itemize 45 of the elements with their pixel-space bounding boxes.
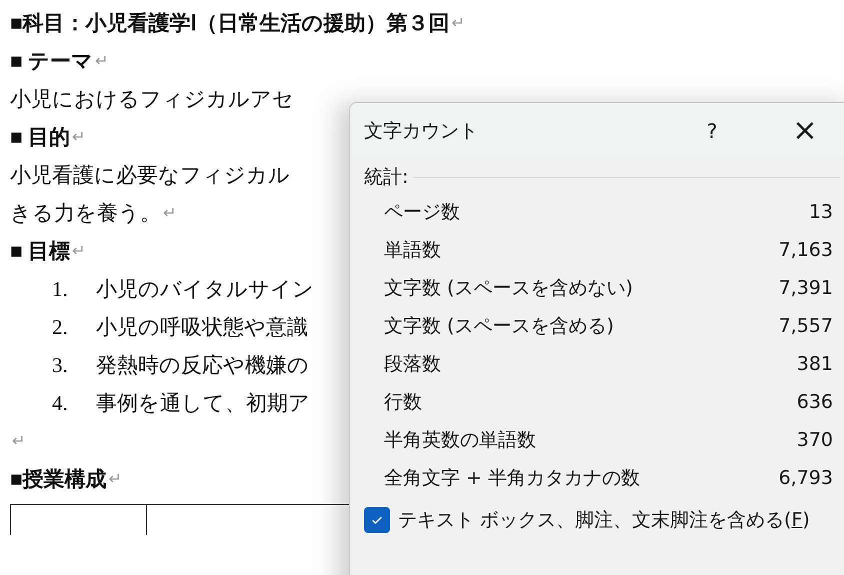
list-item-text: 小児の呼吸状態や意識	[96, 314, 308, 341]
list-item-text: 事例を通して、初期ア	[96, 390, 310, 417]
stat-label: ページ数	[384, 200, 460, 225]
stat-value: 7,391	[778, 277, 833, 299]
close-button[interactable]: ×	[790, 116, 820, 146]
stat-label: 行数	[384, 390, 422, 415]
stat-value: 370	[796, 429, 833, 451]
dialog-title: 文字カウント	[364, 119, 479, 144]
return-mark: ↵	[72, 128, 85, 147]
stat-label: 全角文字 + 半角カタカナの数	[384, 466, 640, 491]
checkbox-label[interactable]: テキスト ボックス、脚注、文末脚注を含める(F)	[398, 507, 810, 533]
paragraph-text: きる力を養う。	[10, 200, 161, 227]
stat-value: 6,793	[778, 467, 833, 489]
return-mark: ↵	[163, 204, 176, 223]
paragraph-text: ■ テーマ	[10, 48, 93, 75]
list-number: 4.	[52, 390, 69, 416]
stat-value: 381	[796, 353, 833, 375]
list-item-text: 小児のバイタルサイン	[96, 276, 314, 303]
return-mark: ↵	[12, 432, 25, 451]
stat-value: 7,163	[778, 239, 833, 261]
return-mark: ↵	[452, 14, 465, 33]
return-mark: ↵	[108, 470, 122, 489]
list-number: 1.	[52, 276, 69, 302]
checkbox[interactable]	[364, 507, 390, 533]
stat-label: 単語数	[384, 238, 441, 263]
stat-value: 636	[796, 391, 833, 413]
paragraph-text: ■ 目標	[10, 238, 70, 265]
return-mark: ↵	[94, 52, 108, 71]
list-number: 2.	[52, 314, 69, 340]
stat-label: 半角英数の単語数	[384, 428, 536, 453]
stat-label: 段落数	[384, 352, 441, 377]
section-label: 統計:	[364, 165, 408, 190]
list-number: 3.	[52, 352, 69, 378]
list-item-text: 発熱時の反応や機嫌の	[96, 352, 309, 379]
stat-label: 文字数 (スペースを含める)	[384, 314, 614, 339]
return-mark: ↵	[72, 242, 85, 261]
paragraph-text: 小児看護に必要なフィジカル	[10, 162, 290, 189]
paragraph-text: ■科目：小児看護学Ⅰ（日常生活の援助）第３回	[10, 10, 450, 37]
stat-label: 文字数 (スペースを含めない)	[384, 276, 633, 301]
stat-value: 7,557	[778, 315, 833, 337]
paragraph-text: ■授業構成	[10, 466, 107, 493]
paragraph-text: ■ 目的	[10, 124, 70, 151]
help-button[interactable]: ?	[702, 119, 722, 143]
stat-value: 13	[808, 201, 833, 223]
paragraph-text: 小児におけるフィジカルアセ	[10, 86, 294, 113]
